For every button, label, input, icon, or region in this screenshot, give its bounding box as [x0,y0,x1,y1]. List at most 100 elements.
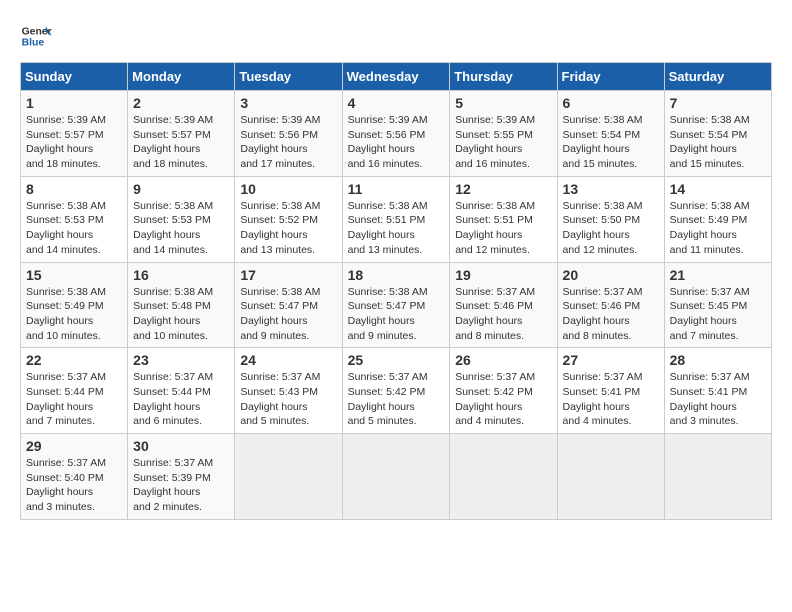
day-number: 17 [240,267,336,283]
calendar-cell [235,434,342,520]
calendar-week-4: 22 Sunrise: 5:37 AMSunset: 5:44 PMDayligh… [21,348,772,434]
calendar-cell: 23Sunrise: 5:37 AMSunset: 5:44 PMDayligh… [128,348,235,434]
day-info: Sunrise: 5:37 AMSunset: 5:44 PMDaylight … [26,370,122,429]
day-number: 10 [240,181,336,197]
calendar-cell: 5 Sunrise: 5:39 AMSunset: 5:55 PMDaylight… [450,91,557,177]
day-info: Sunrise: 5:38 AMSunset: 5:54 PMDaylight … [670,113,766,172]
day-number: 15 [26,267,122,283]
calendar-table: SundayMondayTuesdayWednesdayThursdayFrid… [20,62,772,520]
calendar-cell: 16 Sunrise: 5:38 AMSunset: 5:48 PMDayligh… [128,262,235,348]
day-info: Sunrise: 5:38 AMSunset: 5:51 PMDaylight … [348,199,445,258]
day-number: 22 [26,352,122,368]
day-number: 6 [563,95,659,111]
day-info: Sunrise: 5:39 AMSunset: 5:56 PMDaylight … [240,113,336,172]
col-header-wednesday: Wednesday [342,63,450,91]
calendar-cell: 25Sunrise: 5:37 AMSunset: 5:42 PMDayligh… [342,348,450,434]
calendar-cell: 13 Sunrise: 5:38 AMSunset: 5:50 PMDayligh… [557,176,664,262]
calendar-cell: 19 Sunrise: 5:37 AMSunset: 5:46 PMDayligh… [450,262,557,348]
day-number: 1 [26,95,122,111]
day-info: Sunrise: 5:37 AMSunset: 5:41 PMDaylight … [670,370,766,429]
day-info: Sunrise: 5:37 AMSunset: 5:42 PMDaylight … [455,370,551,429]
day-info: Sunrise: 5:38 AMSunset: 5:53 PMDaylight … [133,199,229,258]
calendar-cell [664,434,771,520]
calendar-cell: 14 Sunrise: 5:38 AMSunset: 5:49 PMDayligh… [664,176,771,262]
calendar-cell: 20Sunrise: 5:37 AMSunset: 5:46 PMDayligh… [557,262,664,348]
calendar-week-3: 15Sunrise: 5:38 AMSunset: 5:49 PMDayligh… [21,262,772,348]
day-number: 12 [455,181,551,197]
svg-text:Blue: Blue [22,38,45,49]
calendar-cell: 26Sunrise: 5:37 AMSunset: 5:42 PMDayligh… [450,348,557,434]
day-number: 30 [133,438,229,454]
day-info: Sunrise: 5:37 AMSunset: 5:45 PMDaylight … [670,285,766,344]
day-info: Sunrise: 5:37 AMSunset: 5:39 PMDaylight … [133,456,229,515]
day-number: 11 [348,181,445,197]
calendar-cell: 21 Sunrise: 5:37 AMSunset: 5:45 PMDayligh… [664,262,771,348]
col-header-saturday: Saturday [664,63,771,91]
calendar-week-2: 8 Sunrise: 5:38 AMSunset: 5:53 PMDaylight… [21,176,772,262]
calendar-cell: 28 Sunrise: 5:37 AMSunset: 5:41 PMDayligh… [664,348,771,434]
day-number: 24 [240,352,336,368]
day-info: Sunrise: 5:39 AMSunset: 5:57 PMDaylight … [133,113,229,172]
day-info: Sunrise: 5:37 AMSunset: 5:41 PMDaylight … [563,370,659,429]
calendar-cell [557,434,664,520]
calendar-cell: 24 Sunrise: 5:37 AMSunset: 5:43 PMDayligh… [235,348,342,434]
calendar-cell [450,434,557,520]
calendar-week-5: 29 Sunrise: 5:37 AMSunset: 5:40 PMDayligh… [21,434,772,520]
day-info: Sunrise: 5:38 AMSunset: 5:53 PMDaylight … [26,199,122,258]
day-info: Sunrise: 5:38 AMSunset: 5:50 PMDaylight … [563,199,659,258]
logo: General Blue [20,20,52,52]
day-info: Sunrise: 5:39 AMSunset: 5:57 PMDaylight … [26,113,122,172]
day-number: 7 [670,95,766,111]
day-info: Sunrise: 5:37 AMSunset: 5:40 PMDaylight … [26,456,122,515]
calendar-cell: 27 Sunrise: 5:37 AMSunset: 5:41 PMDayligh… [557,348,664,434]
col-header-monday: Monday [128,63,235,91]
day-number: 9 [133,181,229,197]
logo-icon: General Blue [20,20,52,52]
calendar-cell: 10 Sunrise: 5:38 AMSunset: 5:52 PMDayligh… [235,176,342,262]
day-info: Sunrise: 5:38 AMSunset: 5:49 PMDaylight … [670,199,766,258]
day-info: Sunrise: 5:37 AMSunset: 5:42 PMDaylight … [348,370,445,429]
calendar-cell: 12 Sunrise: 5:38 AMSunset: 5:51 PMDayligh… [450,176,557,262]
day-number: 18 [348,267,445,283]
day-info: Sunrise: 5:38 AMSunset: 5:51 PMDaylight … [455,199,551,258]
col-header-sunday: Sunday [21,63,128,91]
day-number: 29 [26,438,122,454]
day-info: Sunrise: 5:38 AMSunset: 5:54 PMDaylight … [563,113,659,172]
day-info: Sunrise: 5:38 AMSunset: 5:48 PMDaylight … [133,285,229,344]
day-number: 8 [26,181,122,197]
calendar-cell: 17 Sunrise: 5:38 AMSunset: 5:47 PMDayligh… [235,262,342,348]
calendar-cell: 2 Sunrise: 5:39 AMSunset: 5:57 PMDaylight… [128,91,235,177]
col-header-tuesday: Tuesday [235,63,342,91]
day-info: Sunrise: 5:37 AMSunset: 5:46 PMDaylight … [455,285,551,344]
calendar-cell: 29 Sunrise: 5:37 AMSunset: 5:40 PMDayligh… [21,434,128,520]
day-number: 28 [670,352,766,368]
day-info: Sunrise: 5:37 AMSunset: 5:43 PMDaylight … [240,370,336,429]
calendar-cell: 7 Sunrise: 5:38 AMSunset: 5:54 PMDaylight… [664,91,771,177]
day-info: Sunrise: 5:39 AMSunset: 5:55 PMDaylight … [455,113,551,172]
day-number: 5 [455,95,551,111]
calendar-week-1: 1 Sunrise: 5:39 AMSunset: 5:57 PMDaylight… [21,91,772,177]
day-info: Sunrise: 5:39 AMSunset: 5:56 PMDaylight … [348,113,445,172]
calendar-cell: 1 Sunrise: 5:39 AMSunset: 5:57 PMDaylight… [21,91,128,177]
day-number: 27 [563,352,659,368]
col-header-thursday: Thursday [450,63,557,91]
calendar-cell: 15Sunrise: 5:38 AMSunset: 5:49 PMDayligh… [21,262,128,348]
day-number: 3 [240,95,336,111]
calendar-cell [342,434,450,520]
calendar-cell: 3 Sunrise: 5:39 AMSunset: 5:56 PMDaylight… [235,91,342,177]
day-number: 19 [455,267,551,283]
calendar-cell: 6 Sunrise: 5:38 AMSunset: 5:54 PMDaylight… [557,91,664,177]
col-header-friday: Friday [557,63,664,91]
day-number: 14 [670,181,766,197]
day-info: Sunrise: 5:38 AMSunset: 5:47 PMDaylight … [240,285,336,344]
day-info: Sunrise: 5:38 AMSunset: 5:52 PMDaylight … [240,199,336,258]
day-number: 21 [670,267,766,283]
page-header: General Blue [20,20,772,52]
day-info: Sunrise: 5:37 AMSunset: 5:44 PMDaylight … [133,370,229,429]
calendar-cell: 9 Sunrise: 5:38 AMSunset: 5:53 PMDaylight… [128,176,235,262]
day-number: 13 [563,181,659,197]
day-number: 2 [133,95,229,111]
day-number: 16 [133,267,229,283]
day-info: Sunrise: 5:38 AMSunset: 5:47 PMDaylight … [348,285,445,344]
calendar-cell: 4Sunrise: 5:39 AMSunset: 5:56 PMDaylight… [342,91,450,177]
